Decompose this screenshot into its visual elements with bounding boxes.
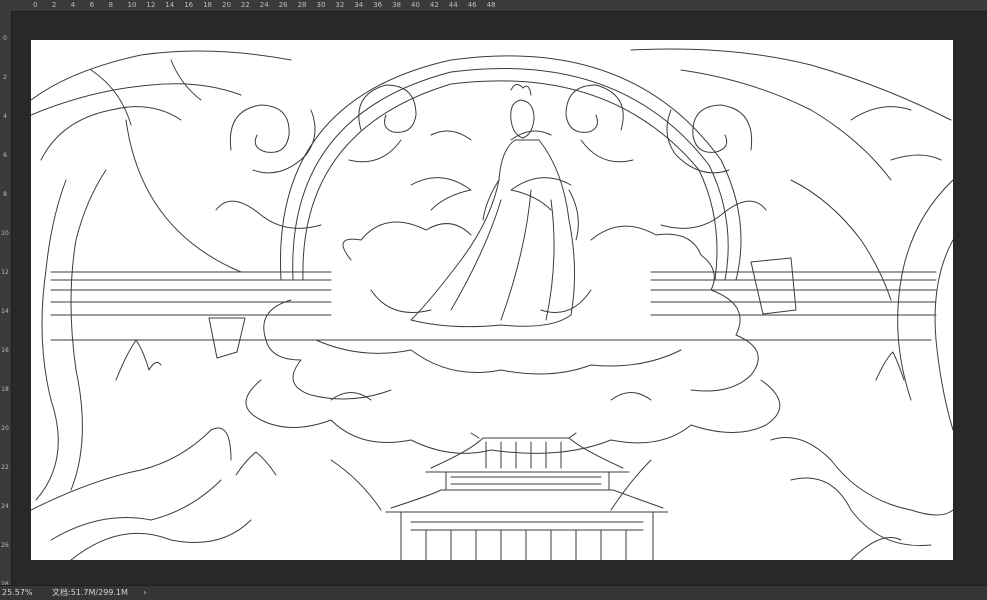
ruler-tick-label: 2 xyxy=(51,1,57,9)
ruler-tick-label: 14 xyxy=(1,308,9,315)
ruler-tick-label: 48 xyxy=(486,1,496,9)
zoom-level-field[interactable]: 25.57% xyxy=(2,586,48,600)
ruler-tick-label: 22 xyxy=(1,464,9,471)
ruler-tick-label: 0 xyxy=(3,35,7,42)
ruler-tick-label: 22 xyxy=(240,1,250,9)
ruler-tick-label: 24 xyxy=(259,1,269,9)
ruler-tick-label: 44 xyxy=(448,1,458,9)
palace-building xyxy=(385,432,669,560)
ruler-tick-label: 10 xyxy=(1,230,9,237)
ruler-tick-label: 30 xyxy=(316,1,326,9)
ruler-tick-label: 28 xyxy=(297,1,307,9)
mountains xyxy=(115,339,905,476)
status-bar: 25.57% 文档:51.7M/299.1M › xyxy=(0,585,987,600)
ruler-tick-label: 46 xyxy=(467,1,477,9)
ruler-tick-label: 24 xyxy=(1,503,9,510)
ruler-tick-label: 2 xyxy=(3,74,7,81)
moon-arc xyxy=(125,119,242,273)
ruler-tick-label: 8 xyxy=(108,1,114,9)
foreground-waves xyxy=(31,427,953,560)
ruler-tick-label: 10 xyxy=(127,1,137,9)
ruler-tick-label: 26 xyxy=(278,1,288,9)
ruler-tick-label: 8 xyxy=(3,191,7,198)
ruler-tick-label: 34 xyxy=(354,1,364,9)
right-tree xyxy=(630,48,953,431)
ruler-tick-label: 12 xyxy=(1,269,9,276)
ruler-tick-label: 36 xyxy=(373,1,383,9)
ruler-tick-label: 42 xyxy=(429,1,439,9)
document-size-info[interactable]: 文档:51.7M/299.1M xyxy=(52,586,128,600)
document-canvas[interactable] xyxy=(31,40,953,560)
ruler-tick-label: 6 xyxy=(3,152,7,159)
ruler-tick-label: 18 xyxy=(1,386,9,393)
sky-lanterns xyxy=(208,257,797,359)
horizontal-ruler[interactable]: 0 2 4 6 8 10 12 14 16 18 20 22 24 26 28 30 32 34 36 38 40 42 4… xyxy=(0,0,987,12)
ruler-tick-label: 40 xyxy=(411,1,420,9)
ruler-tick-label: 26 xyxy=(1,542,9,549)
status-menu-arrow-icon[interactable]: › xyxy=(140,586,150,600)
vertical-ruler[interactable]: 0246810121416182022242628 xyxy=(0,11,12,588)
giant-peony xyxy=(245,221,781,454)
ruler-tick-label: 20 xyxy=(222,1,231,9)
horizon-lines xyxy=(50,271,937,341)
ruler-tick-label: 12 xyxy=(146,1,156,9)
ruler-tick-label: 0 xyxy=(33,1,38,9)
ruler-tick-label: 14 xyxy=(165,1,175,9)
ruler-tick-label: 16 xyxy=(184,1,194,9)
ruler-tick-label: 6 xyxy=(89,1,95,9)
ruler-tick-label: 32 xyxy=(335,1,345,9)
left-tree xyxy=(31,50,292,501)
ruler-tick-label: 4 xyxy=(70,1,76,9)
ruler-tick-label: 16 xyxy=(1,347,9,354)
line-art-drawing xyxy=(31,48,953,560)
ruler-tick-label: 38 xyxy=(392,1,402,9)
ruler-tick-label: 18 xyxy=(203,1,213,9)
ruler-tick-label: 4 xyxy=(3,113,7,120)
ruler-tick-label: 20 xyxy=(1,425,9,432)
